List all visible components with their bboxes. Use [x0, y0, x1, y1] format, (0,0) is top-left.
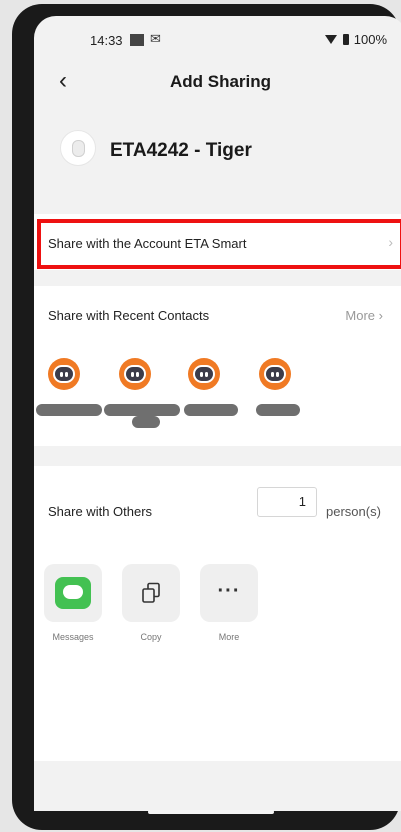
share-with-others-label: Share with Others — [48, 504, 153, 519]
contact-avatar[interactable] — [119, 358, 151, 390]
copy-icon — [142, 582, 160, 603]
messages-icon — [55, 577, 91, 609]
contact-name-redacted — [184, 404, 238, 416]
square-icon — [130, 34, 144, 46]
page-title: Add Sharing — [169, 72, 272, 91]
battery-icon — [342, 34, 349, 45]
device-name: ETA4242 - Tiger — [110, 140, 252, 161]
home-indicator[interactable] — [148, 810, 274, 814]
share-app-label: Messages — [52, 632, 94, 642]
robot-vacuum-icon — [60, 130, 96, 166]
status-time: 14:33 — [90, 33, 123, 48]
share-with-others-section: Share with Others 1 person(s) Messages C… — [34, 466, 401, 761]
phone-frame: 14:33 ✉ 100% ‹ Add Sharing ETA4242 - Tig… — [12, 4, 401, 830]
contact-avatar[interactable] — [48, 358, 80, 390]
recent-contacts-section: Share with Recent Contacts More › — [34, 286, 401, 446]
status-right: 100% — [324, 32, 387, 47]
contact-name-redacted — [256, 404, 300, 416]
contact-avatar[interactable] — [259, 358, 291, 390]
mail-icon: ✉ — [150, 31, 161, 46]
status-bar: 14:33 ✉ 100% — [34, 16, 401, 62]
share-with-account-label: Share with the Account ETA Smart — [48, 236, 247, 251]
wifi-icon — [324, 35, 337, 44]
share-app-copy[interactable]: Copy — [122, 564, 180, 642]
person-unit-label: person(s) — [326, 504, 381, 519]
more-icon: ··· — [217, 580, 241, 602]
contact-name-redacted — [104, 404, 180, 416]
messages-tile[interactable] — [44, 564, 102, 622]
recent-contacts-label: Share with Recent Contacts — [48, 308, 210, 323]
recent-contacts-more-link[interactable]: More › — [345, 308, 383, 323]
copy-tile[interactable] — [122, 564, 180, 622]
app-screen: 14:33 ✉ 100% ‹ Add Sharing ETA4242 - Tig… — [34, 16, 401, 811]
contact-name-redacted — [36, 404, 102, 416]
more-tile[interactable]: ··· — [200, 564, 258, 622]
share-app-messages[interactable]: Messages — [44, 564, 102, 642]
nav-header: ‹ Add Sharing — [34, 62, 401, 106]
contact-name-redacted — [132, 416, 160, 428]
battery-level: 100% — [353, 32, 387, 47]
share-app-more[interactable]: ··· More — [200, 564, 258, 642]
person-quantity-input[interactable]: 1 — [257, 487, 317, 517]
device-info: ETA4242 - Tiger — [34, 126, 401, 178]
contact-avatar[interactable] — [188, 358, 220, 390]
share-app-label: More — [218, 632, 240, 642]
share-app-label: Copy — [140, 632, 162, 642]
share-with-account-row[interactable]: Share with the Account ETA Smart › — [34, 214, 401, 270]
chevron-right-icon: › — [388, 234, 393, 250]
